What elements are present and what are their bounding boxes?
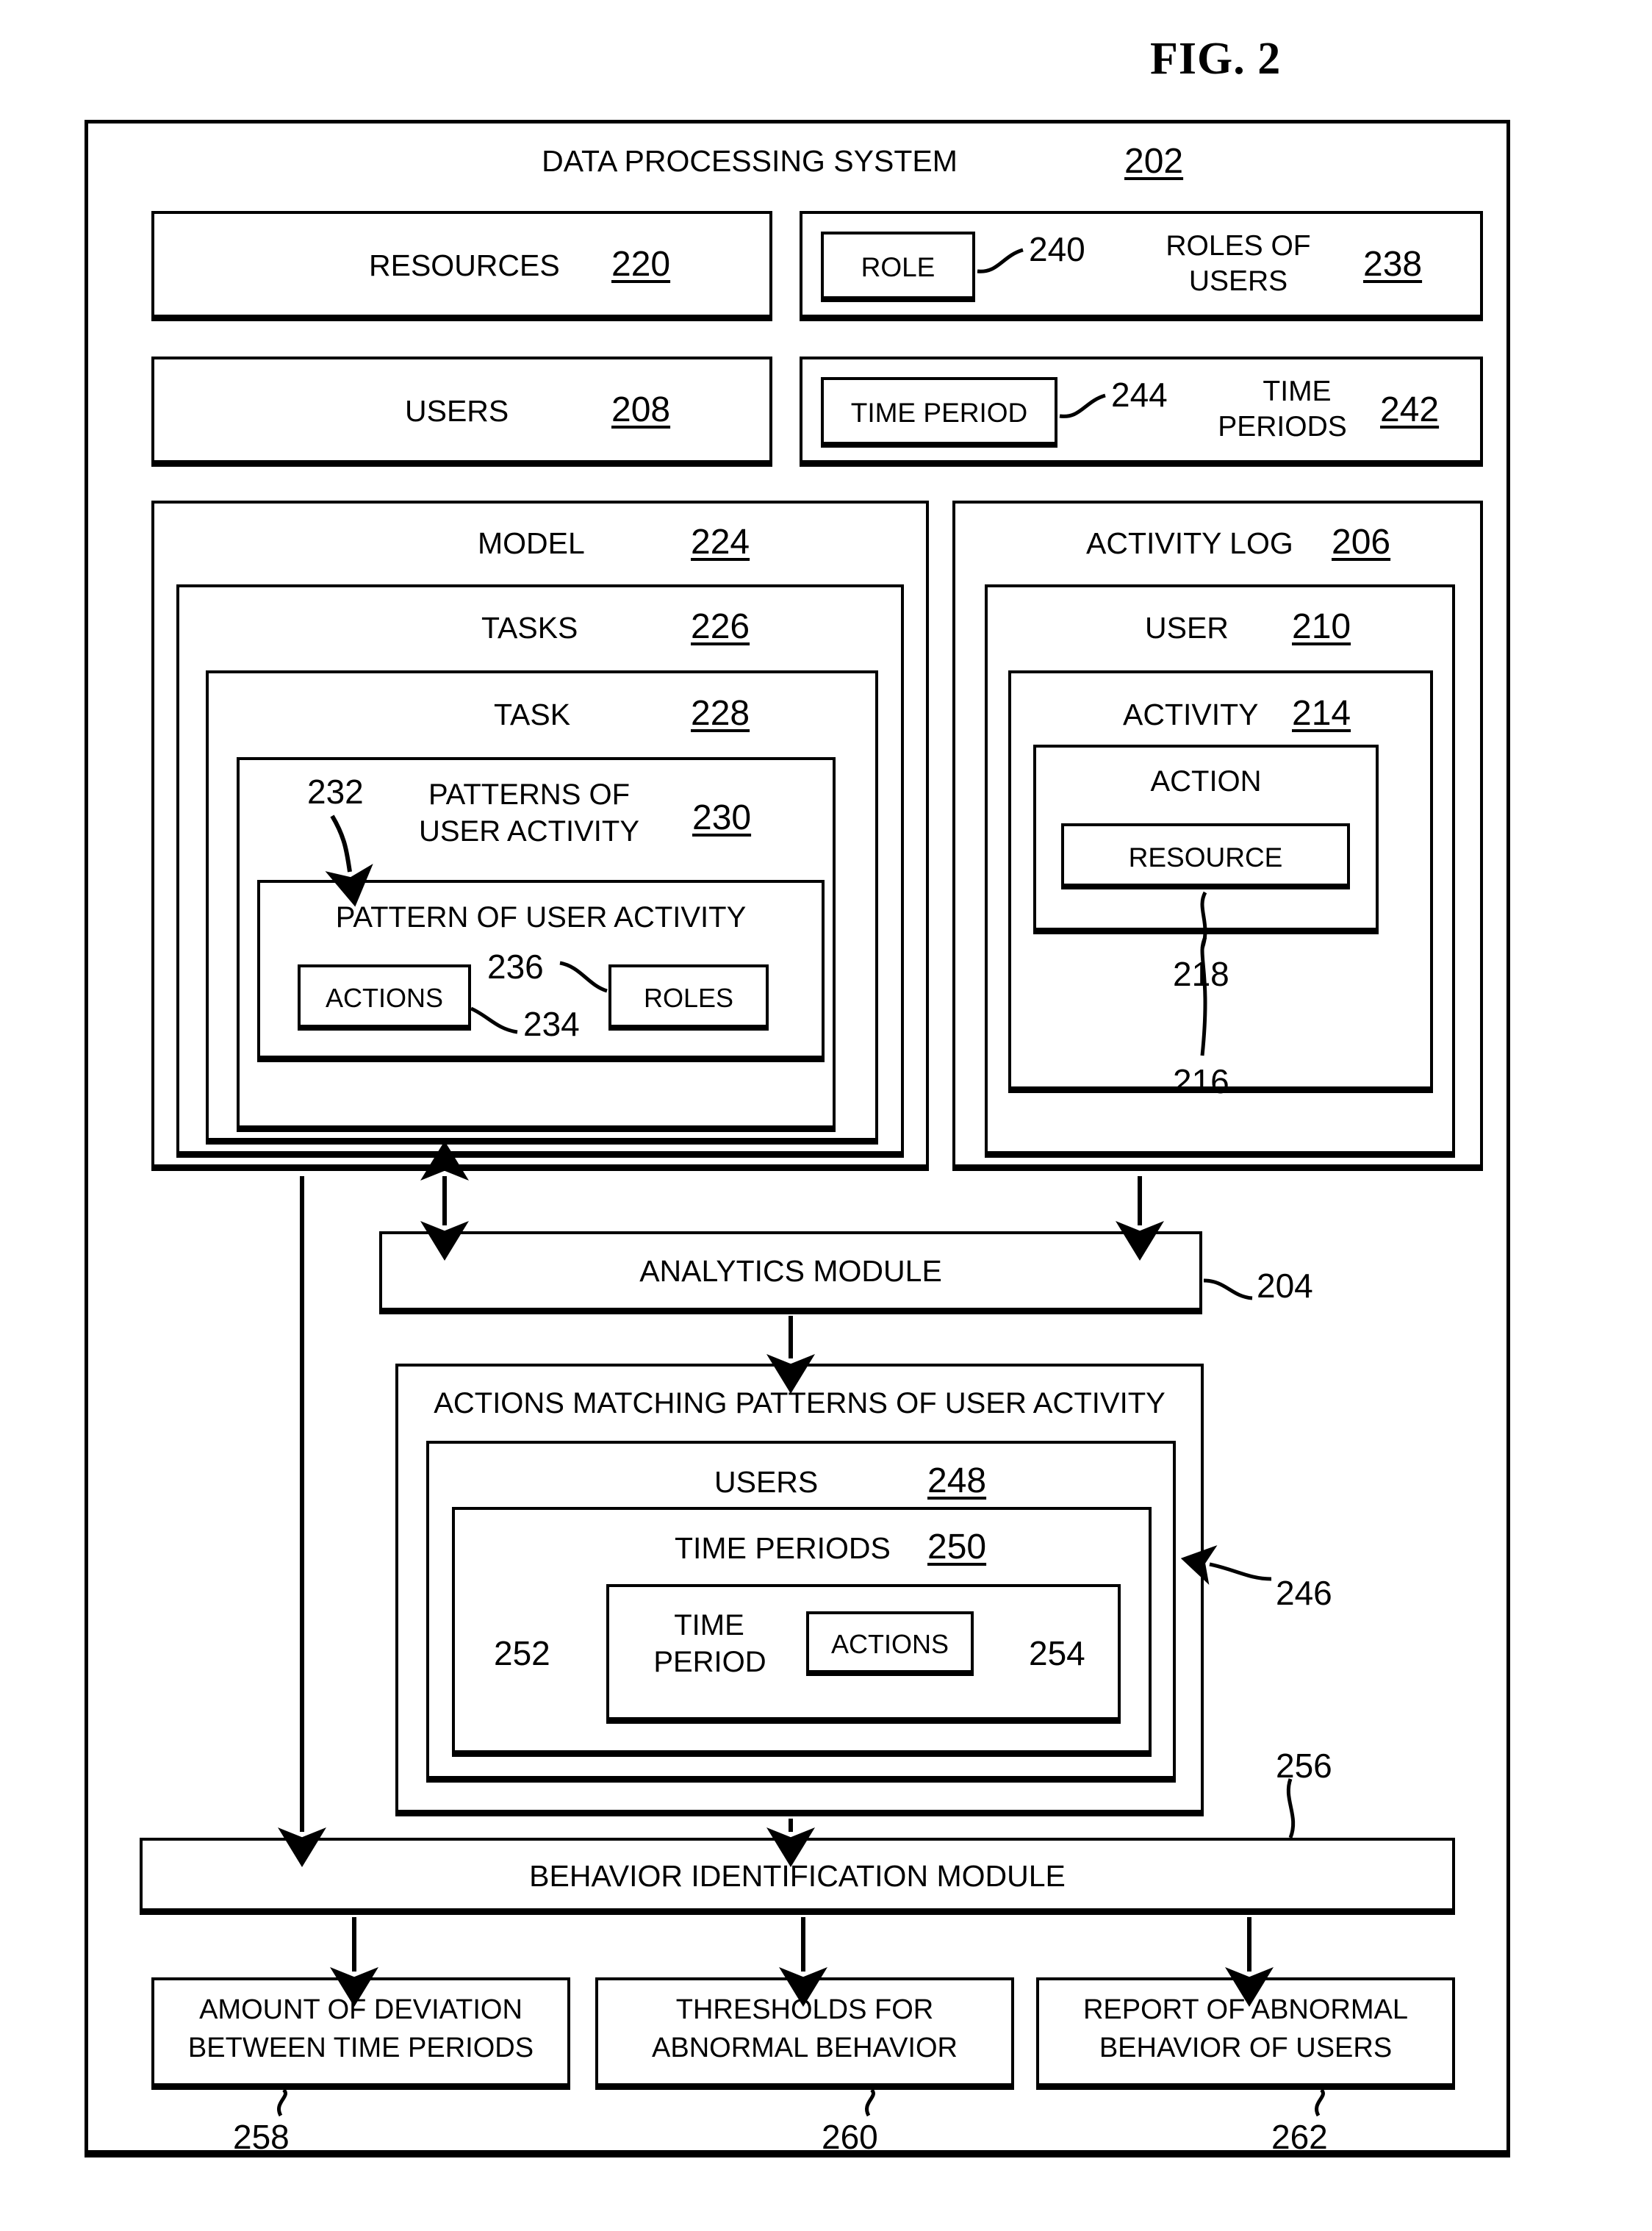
output-report-ref: 262	[1271, 2118, 1328, 2156]
output-report-line1: REPORT OF ABNORMAL	[1082, 1994, 1409, 2025]
system-title: DATA PROCESSING SYSTEM	[542, 144, 958, 178]
matching-users-ref: 248	[927, 1461, 987, 1500]
resources-label: RESOURCES	[369, 248, 560, 282]
matching-time-period-ref: 252	[494, 1634, 550, 1672]
role-ref: 240	[1029, 230, 1085, 268]
output-deviation-line2: BETWEEN TIME PERIODS	[187, 2033, 534, 2063]
pattern-of-user-activity-label: PATTERN OF USER ACTIVITY	[335, 901, 747, 934]
matching-time-periods-label: TIME PERIODS	[675, 1531, 891, 1565]
role-label: ROLE	[861, 252, 935, 282]
action-label: ACTION	[1150, 765, 1262, 798]
pattern-roles-ref: 236	[487, 948, 544, 986]
roles-of-users-label-line2: USERS	[1188, 265, 1288, 297]
analytics-module-ref: 204	[1257, 1267, 1313, 1305]
patterns-label-line1: PATTERNS OF	[428, 778, 631, 811]
activity-pointer-ref: 216	[1173, 1062, 1229, 1100]
analytics-module-label: ANALYTICS MODULE	[639, 1254, 942, 1288]
time-period-inner-ref: 244	[1111, 376, 1168, 414]
time-periods-ref: 242	[1380, 390, 1440, 429]
behavior-identification-module-label: BEHAVIOR IDENTIFICATION MODULE	[529, 1859, 1066, 1893]
activity-log-ref: 206	[1332, 523, 1391, 562]
patterns-label-line2: USER ACTIVITY	[418, 815, 640, 848]
roles-of-users-ref: 238	[1363, 245, 1423, 284]
actions-matching-ref: 246	[1276, 1574, 1332, 1612]
figure-title: FIG. 2	[1150, 34, 1282, 84]
activity-label: ACTIVITY	[1123, 698, 1259, 731]
resources-ref: 220	[611, 245, 671, 284]
model-ref: 224	[691, 523, 750, 562]
activity-ref: 214	[1292, 694, 1351, 733]
pattern-actions-label: ACTIONS	[325, 983, 443, 1013]
output-thresholds-line2: ABNORMAL BEHAVIOR	[652, 2033, 958, 2063]
patterns-ref: 230	[692, 798, 752, 837]
output-thresholds-line1: THRESHOLDS FOR	[675, 1994, 934, 2025]
tasks-label: TASKS	[481, 611, 578, 645]
time-periods-label-line1: TIME	[1263, 376, 1332, 407]
activity-log-user-ref: 210	[1292, 607, 1351, 646]
output-report-line2: BEHAVIOR OF USERS	[1099, 2033, 1393, 2063]
users-label: USERS	[405, 394, 509, 428]
matching-actions-label: ACTIONS	[830, 1629, 949, 1659]
task-ref: 228	[691, 694, 750, 733]
activity-log-user-label: USER	[1145, 611, 1229, 645]
resource-ref: 218	[1173, 955, 1229, 993]
actions-matching-label: ACTIONS MATCHING PATTERNS OF USER ACTIVI…	[434, 1387, 1166, 1419]
time-period-inner-label: TIME PERIOD	[850, 398, 1028, 428]
matching-time-period-label-line2: PERIOD	[653, 1646, 766, 1678]
matching-users-label: USERS	[714, 1465, 819, 1499]
resource-label: RESOURCE	[1128, 842, 1283, 873]
time-periods-label-line2: PERIODS	[1218, 411, 1347, 443]
patterns-pointer-ref: 232	[307, 773, 364, 811]
output-deviation-ref: 258	[233, 2118, 290, 2156]
matching-time-periods-ref: 250	[927, 1528, 987, 1566]
task-label: TASK	[494, 698, 571, 731]
tasks-ref: 226	[691, 607, 750, 646]
users-ref: 208	[611, 390, 671, 429]
behavior-module-ref: 256	[1276, 1747, 1332, 1785]
matching-time-period-label-line1: TIME	[674, 1609, 744, 1641]
model-label: MODEL	[478, 526, 585, 560]
output-deviation-line1: AMOUNT OF DEVIATION	[199, 1994, 522, 2025]
pattern-roles-label: ROLES	[643, 983, 734, 1013]
activity-log-label: ACTIVITY LOG	[1086, 526, 1293, 560]
matching-actions-ref: 254	[1029, 1634, 1085, 1672]
pattern-actions-ref: 234	[523, 1005, 580, 1043]
system-ref: 202	[1124, 142, 1184, 181]
roles-of-users-label-line1: ROLES OF	[1166, 230, 1311, 262]
output-thresholds-ref: 260	[822, 2118, 878, 2156]
